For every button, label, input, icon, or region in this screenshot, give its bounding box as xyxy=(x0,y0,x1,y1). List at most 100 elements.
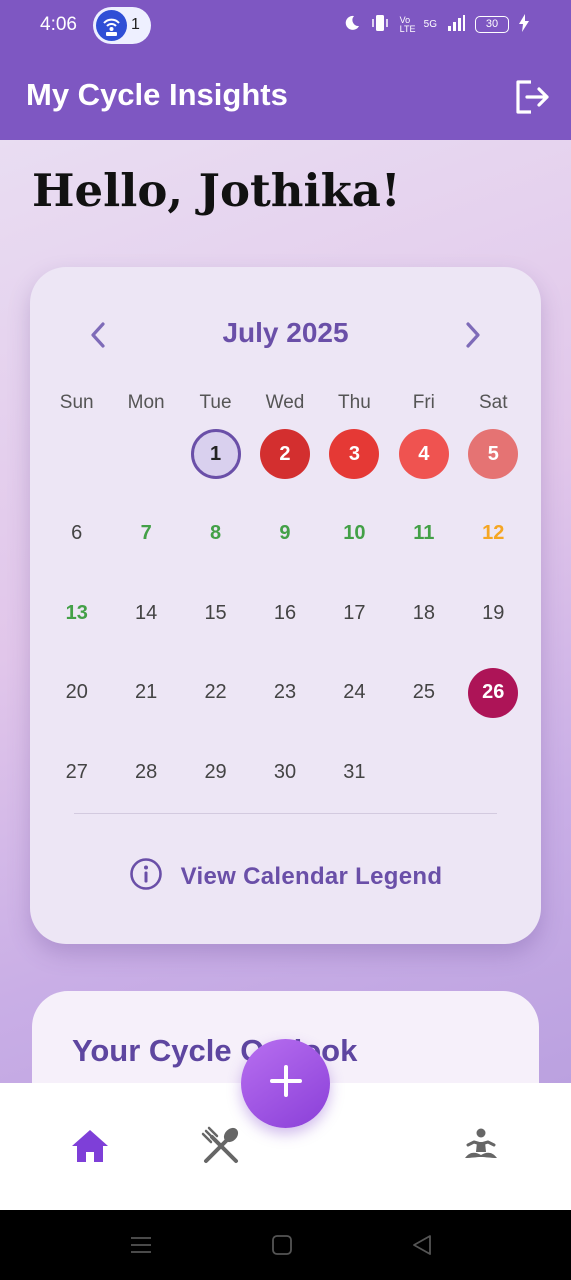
calendar-day[interactable]: 13 xyxy=(52,588,102,638)
hotspot-count: 1 xyxy=(131,16,140,33)
calendar-day-cell[interactable]: 13 xyxy=(42,584,111,664)
weekday-label: Sat xyxy=(478,392,508,413)
calendar-day-cell[interactable]: 7 xyxy=(111,505,180,585)
calendar-day-cell[interactable]: 8 xyxy=(181,505,250,585)
calendar-day[interactable]: 4 xyxy=(398,429,449,479)
main-content: Hello, Jothika! July 2025 Sun Mon Tue We… xyxy=(0,140,571,1083)
logout-icon[interactable] xyxy=(513,78,551,116)
calendar-day[interactable]: 25 xyxy=(399,668,449,718)
weekday-label: Sun xyxy=(59,392,94,413)
calendar-day[interactable]: 23 xyxy=(260,668,310,718)
legend-link-label: View Calendar Legend xyxy=(180,862,443,890)
calendar-day-cell[interactable]: 9 xyxy=(250,505,319,585)
app-title: My Cycle Insights xyxy=(26,77,288,112)
calendar-day[interactable]: 14 xyxy=(121,588,171,638)
calendar-day-cell[interactable]: 24 xyxy=(320,664,389,744)
weekday-label: Fri xyxy=(412,392,435,413)
calendar-day-cell[interactable]: 27 xyxy=(42,743,111,823)
calendar-day[interactable]: 27 xyxy=(52,747,102,797)
calendar-day-cell[interactable]: 22 xyxy=(181,664,250,744)
calendar-day[interactable]: 10 xyxy=(329,509,379,559)
calendar-day[interactable]: 2 xyxy=(259,429,310,479)
hotspot-indicator: 1 xyxy=(93,7,151,44)
calendar-day[interactable]: 7 xyxy=(121,509,171,559)
calendar-day-cell[interactable]: 2 xyxy=(250,425,319,505)
calendar-day-today[interactable]: 1 xyxy=(190,429,241,479)
status-bar: 4:06 1 Vo LTE 5G 30 xyxy=(0,0,571,56)
calendar-day[interactable]: 9 xyxy=(260,509,310,559)
weekday-label: Tue xyxy=(199,392,232,413)
calendar-day-cell[interactable]: 29 xyxy=(181,743,250,823)
calendar-day[interactable]: 30 xyxy=(260,747,310,797)
weekday-header: Sun Mon Tue Wed Thu Fri Sat xyxy=(42,392,528,414)
calendar-day[interactable]: 17 xyxy=(329,588,379,638)
calendar-day[interactable]: 22 xyxy=(191,668,241,718)
calendar-day-cell[interactable]: 6 xyxy=(42,505,111,585)
calendar-day-cell[interactable]: 26 xyxy=(459,664,528,744)
calendar-day-cell[interactable]: 5 xyxy=(459,425,528,505)
calendar-day-cell[interactable]: 25 xyxy=(389,664,458,744)
calendar-card: July 2025 Sun Mon Tue Wed Thu Fri Sat 12… xyxy=(30,267,541,944)
charging-icon xyxy=(519,14,529,35)
system-navigation-bar xyxy=(0,1210,571,1280)
calendar-day-cell[interactable]: 11 xyxy=(389,505,458,585)
calendar-day[interactable]: 3 xyxy=(329,429,380,479)
greeting-heading: Hello, Jothika! xyxy=(32,164,401,217)
recent-apps-icon[interactable] xyxy=(130,1234,152,1256)
divider xyxy=(74,813,497,814)
calendar-day-cell[interactable]: 12 xyxy=(459,505,528,585)
info-icon xyxy=(129,857,163,896)
calendar-day[interactable]: 28 xyxy=(121,747,171,797)
calendar-day-cell[interactable]: 14 xyxy=(111,584,180,664)
calendar-day[interactable]: 6 xyxy=(52,509,102,559)
calendar-day[interactable]: 20 xyxy=(52,668,102,718)
calendar-day[interactable]: 5 xyxy=(468,429,519,479)
app-bar: My Cycle Insights xyxy=(0,56,571,140)
calendar-day-cell[interactable]: 15 xyxy=(181,584,250,664)
utensils-icon[interactable] xyxy=(200,1125,242,1167)
signal-icon xyxy=(447,15,465,34)
calendar-grid: 1 2 3 4 5 6 7 8 9 10 11 12 13 14 15 16 17 18 19 20 21 22 23 24 2… xyxy=(42,425,528,823)
chevron-right-icon[interactable] xyxy=(461,315,485,355)
calendar-day-cell[interactable]: 16 xyxy=(250,584,319,664)
calendar-day[interactable]: 29 xyxy=(191,747,241,797)
calendar-empty-cell xyxy=(42,425,111,505)
weekday-label: Wed xyxy=(265,392,305,413)
calendar-day-cell[interactable]: 3 xyxy=(320,425,389,505)
home-icon[interactable] xyxy=(69,1125,111,1167)
status-time: 4:06 xyxy=(40,14,77,35)
calendar-day-cell[interactable]: 31 xyxy=(320,743,389,823)
vibrate-icon xyxy=(370,14,390,35)
plus-icon xyxy=(268,1063,304,1104)
calendar-day-cell[interactable]: 19 xyxy=(459,584,528,664)
calendar-day[interactable]: 12 xyxy=(468,509,518,559)
calendar-day-cell[interactable]: 21 xyxy=(111,664,180,744)
calendar-day[interactable]: 15 xyxy=(191,588,241,638)
calendar-day-cell[interactable]: 20 xyxy=(42,664,111,744)
calendar-day[interactable]: 21 xyxy=(121,668,171,718)
home-button-icon[interactable] xyxy=(271,1234,293,1256)
calendar-day-cell[interactable]: 17 xyxy=(320,584,389,664)
view-calendar-legend-link[interactable]: View Calendar Legend xyxy=(30,857,541,896)
moon-icon xyxy=(344,15,360,34)
calendar-day[interactable]: 31 xyxy=(329,747,379,797)
calendar-day-cell[interactable]: 23 xyxy=(250,664,319,744)
calendar-day-cell[interactable]: 28 xyxy=(111,743,180,823)
calendar-day[interactable]: 16 xyxy=(260,588,310,638)
weekday-label: Mon xyxy=(127,392,165,413)
calendar-day[interactable]: 18 xyxy=(399,588,449,638)
battery-icon: 30 xyxy=(475,16,509,33)
meditation-icon[interactable] xyxy=(460,1125,502,1167)
calendar-day-cell[interactable]: 10 xyxy=(320,505,389,585)
calendar-day-cell[interactable]: 1 xyxy=(181,425,250,505)
back-icon[interactable] xyxy=(411,1234,433,1256)
calendar-day[interactable]: 24 xyxy=(329,668,379,718)
calendar-day[interactable]: 19 xyxy=(468,588,518,638)
calendar-day[interactable]: 8 xyxy=(191,509,241,559)
calendar-day-cell[interactable]: 4 xyxy=(389,425,458,505)
calendar-day-cell[interactable]: 30 xyxy=(250,743,319,823)
calendar-day-cell[interactable]: 18 xyxy=(389,584,458,664)
calendar-day[interactable]: 11 xyxy=(399,509,449,559)
calendar-day[interactable]: 26 xyxy=(468,667,519,718)
add-entry-button[interactable] xyxy=(241,1039,330,1128)
